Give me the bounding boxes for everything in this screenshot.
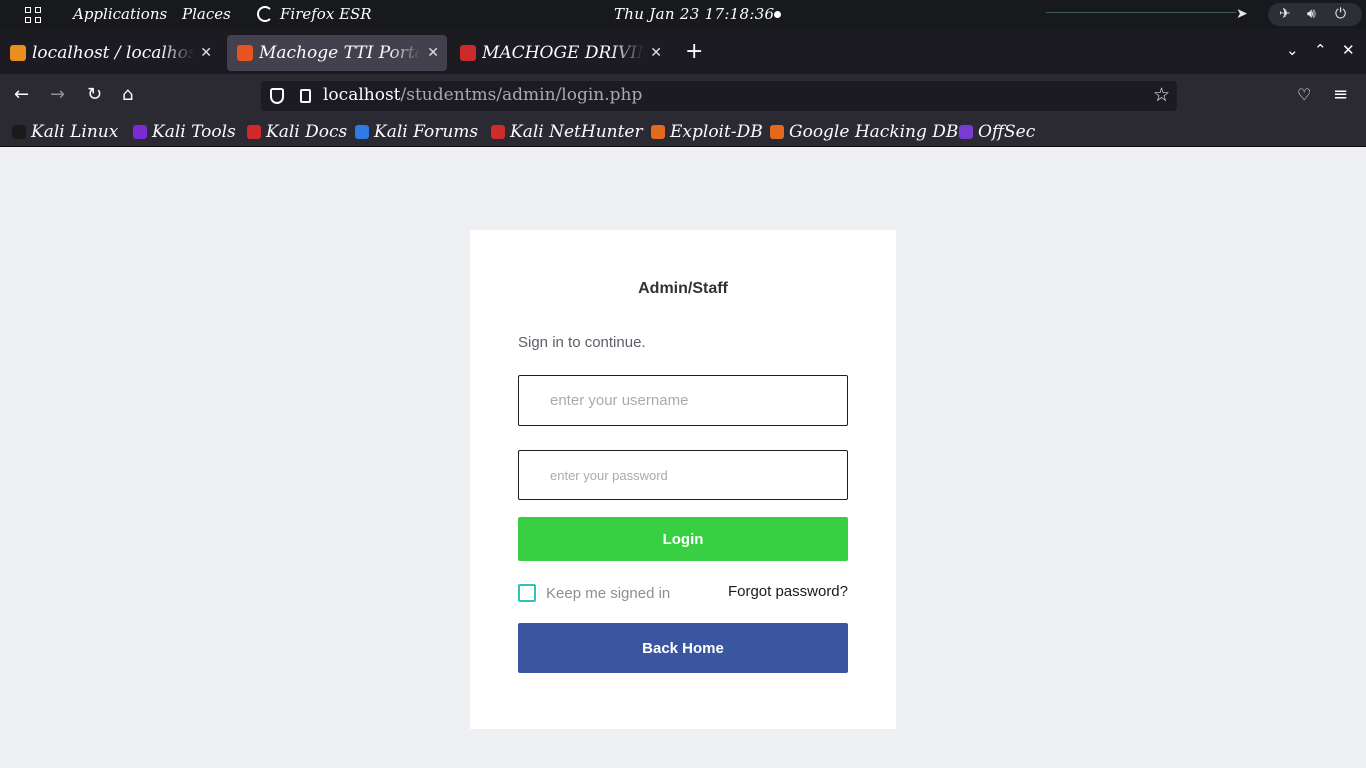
bookmark-google-hacking-db[interactable]: Google Hacking DB <box>770 120 958 144</box>
maximize-chevron-up-icon[interactable]: ⌃ <box>1314 41 1327 59</box>
close-tab-icon[interactable]: ✕ <box>200 45 212 61</box>
keep-signed-in[interactable]: Keep me signed in <box>518 584 670 602</box>
keep-signed-in-label: Keep me signed in <box>546 584 671 602</box>
ghdb-icon <box>770 125 784 139</box>
hamburger-menu-icon[interactable]: ≡ <box>1333 84 1348 106</box>
url-text[interactable]: localhost/studentms/admin/login.php <box>323 85 642 105</box>
tab-title: Machoge TTI Portal <box>259 43 422 63</box>
login-subtitle: Sign in to continue. <box>518 334 646 351</box>
tab-strip: localhost / localhost ✕ Machoge TTI Port… <box>0 29 1366 74</box>
close-window-icon[interactable]: ✕ <box>1342 41 1355 59</box>
tab-title: localhost / localhost <box>32 43 195 63</box>
page-content: Admin/Staff Sign in to continue. Login K… <box>0 147 1366 768</box>
keep-signed-in-checkbox[interactable] <box>518 584 536 602</box>
bookmark-label: OffSec <box>978 122 1036 142</box>
tracking-protection-shield-icon[interactable] <box>270 88 284 104</box>
bookmark-offsec[interactable]: OffSec <box>959 120 1035 144</box>
close-tab-icon[interactable]: ✕ <box>427 45 439 61</box>
offsec-icon <box>959 125 973 139</box>
navigation-toolbar: ← → ↻ ⌂ localhost/studentms/admin/login.… <box>0 74 1366 118</box>
login-button[interactable]: Login <box>518 517 848 561</box>
reload-icon[interactable]: ↻ <box>87 84 102 106</box>
bookmark-label: Kali Tools <box>152 122 236 142</box>
kali-docs-icon <box>247 125 261 139</box>
bookmark-kali-tools[interactable]: Kali Tools <box>133 120 236 144</box>
tab-machoge-portal[interactable]: Machoge TTI Portal ✕ <box>227 35 447 71</box>
kali-tools-icon <box>133 125 147 139</box>
app-grid-icon[interactable] <box>25 7 41 23</box>
network-graph <box>1046 12 1236 13</box>
kali-dragon-icon <box>12 125 26 139</box>
firefox-icon <box>257 6 273 22</box>
places-menu[interactable]: Places <box>182 5 231 23</box>
bookmark-exploit-db[interactable]: Exploit-DB <box>651 120 763 144</box>
power-icon[interactable]: ⏻ <box>1335 6 1346 22</box>
airplane-mode-icon[interactable]: ✈ <box>1279 6 1291 22</box>
phpmyadmin-favicon-icon <box>10 45 26 61</box>
applications-menu[interactable]: Applications <box>73 5 167 23</box>
volume-icon[interactable]: 🔊︎ <box>1307 6 1316 22</box>
bookmark-label: Exploit-DB <box>670 122 763 142</box>
back-arrow-icon[interactable]: ← <box>14 84 29 106</box>
bookmark-label: Kali Linux <box>31 122 119 142</box>
tab-title: MACHOGE DRIVING <box>482 43 644 63</box>
page-info-icon[interactable] <box>300 89 311 103</box>
bookmark-star-icon[interactable]: ☆ <box>1153 84 1170 106</box>
pocket-icon[interactable]: ♡ <box>1297 84 1311 106</box>
bookmarks-toolbar: Kali Linux Kali Tools Kali Docs Kali For… <box>0 118 1366 147</box>
nethunter-icon <box>491 125 505 139</box>
url-host: localhost <box>323 85 401 105</box>
close-tab-icon[interactable]: ✕ <box>650 45 662 61</box>
list-tabs-chevron-down-icon[interactable]: ⌄ <box>1286 41 1299 59</box>
url-bar[interactable]: localhost/studentms/admin/login.php ☆ <box>261 81 1177 111</box>
telegram-icon[interactable]: ➤ <box>1236 6 1248 22</box>
exploit-db-icon <box>651 125 665 139</box>
xampp-favicon-icon <box>237 45 253 61</box>
forward-arrow-icon[interactable]: → <box>50 84 65 106</box>
back-home-button[interactable]: Back Home <box>518 623 848 673</box>
url-path: /studentms/admin/login.php <box>400 85 643 105</box>
tab-localhost[interactable]: localhost / localhost ✕ <box>0 35 220 71</box>
tab-machoge-driving[interactable]: MACHOGE DRIVING ✕ <box>450 35 670 71</box>
bookmark-label: Kali Docs <box>266 122 348 142</box>
username-input[interactable] <box>518 375 848 426</box>
new-tab-icon[interactable]: + <box>685 39 703 64</box>
site-favicon-icon <box>460 45 476 61</box>
clock[interactable]: Thu Jan 23 17:18:36 <box>614 5 774 23</box>
notification-dot-icon <box>774 11 781 18</box>
forgot-password-link[interactable]: Forgot password? <box>728 583 848 600</box>
bookmark-kali-forums[interactable]: Kali Forums <box>355 120 478 144</box>
bookmark-label: Kali NetHunter <box>510 122 643 142</box>
bookmark-label: Kali Forums <box>374 122 479 142</box>
bookmark-kali-nethunter[interactable]: Kali NetHunter <box>491 120 643 144</box>
bookmark-label: Google Hacking DB <box>789 122 959 142</box>
bookmark-kali-linux[interactable]: Kali Linux <box>12 120 118 144</box>
login-card: Admin/Staff Sign in to continue. Login K… <box>470 230 896 729</box>
home-icon[interactable]: ⌂ <box>122 84 133 106</box>
password-input[interactable] <box>518 450 848 500</box>
login-title: Admin/Staff <box>638 280 728 297</box>
active-app-label[interactable]: Firefox ESR <box>280 5 372 23</box>
system-panel: Applications Places Firefox ESR Thu Jan … <box>0 0 1366 29</box>
kali-forums-icon <box>355 125 369 139</box>
bookmark-kali-docs[interactable]: Kali Docs <box>247 120 347 144</box>
